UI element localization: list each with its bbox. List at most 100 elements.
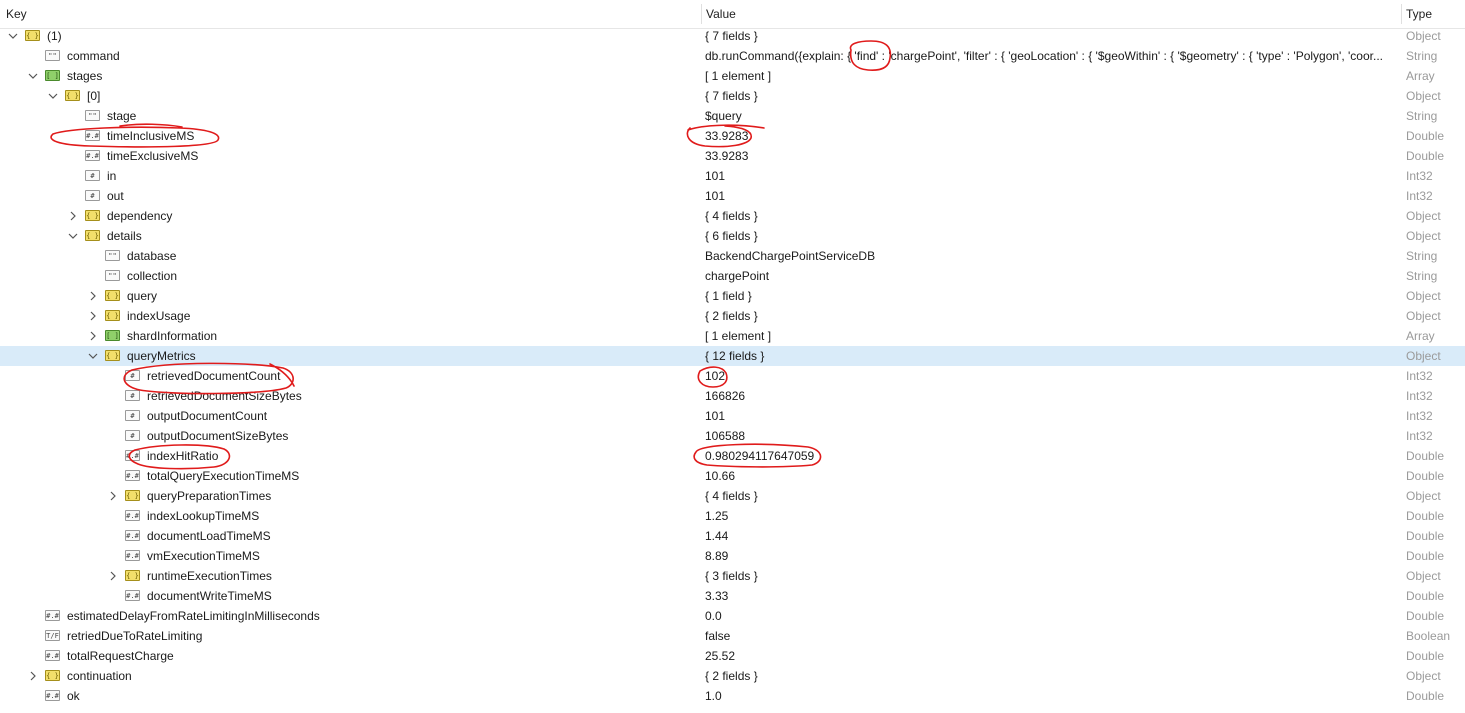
tree-row[interactable]: #.# indexHitRatio 0.980294117647059 Double (0, 446, 1465, 466)
tree-row[interactable]: "" collection chargePoint String (0, 266, 1465, 286)
object-type-icon: { } (85, 230, 100, 241)
row-key: queryPreparationTimes (147, 489, 272, 503)
row-value: { 3 fields } (705, 569, 758, 583)
tree-row[interactable]: #.# vmExecutionTimeMS 8.89 Double (0, 546, 1465, 566)
object-type-icon: { } (105, 310, 120, 321)
row-value: [ 1 element ] (705, 69, 772, 83)
array-type-icon: [ ] (45, 70, 60, 81)
tree-row[interactable]: T/F retriedDueToRateLimiting false Boolean (0, 626, 1465, 646)
object-type-icon: { } (105, 290, 120, 301)
row-key: totalQueryExecutionTimeMS (147, 469, 300, 483)
chevron-right-icon[interactable] (88, 286, 100, 306)
row-type: Double (1406, 529, 1445, 543)
chevron-right-icon[interactable] (88, 306, 100, 326)
row-value: { 2 fields } (705, 669, 758, 683)
row-type: Double (1406, 129, 1445, 143)
tree-row[interactable]: #.# documentWriteTimeMS 3.33 Double (0, 586, 1465, 606)
chevron-down-icon[interactable] (68, 226, 80, 246)
row-key: vmExecutionTimeMS (147, 549, 260, 563)
tree-row[interactable]: #.# timeInclusiveMS 33.9283 Double (0, 126, 1465, 146)
chevron-down-icon[interactable] (88, 346, 100, 366)
chevron-right-icon[interactable] (88, 326, 100, 346)
row-type: Double (1406, 589, 1445, 603)
tree-row[interactable]: # retrievedDocumentCount 102 Int32 (0, 366, 1465, 386)
column-header: Key Value Type (0, 0, 1465, 29)
column-key-header[interactable]: Key (0, 0, 27, 28)
tree-row[interactable]: [ ] stages [ 1 element ] Array (0, 66, 1465, 86)
tree-row[interactable]: # outputDocumentSizeBytes 106588 Int32 (0, 426, 1465, 446)
row-key: out (107, 189, 124, 203)
int-type-icon: # (85, 190, 100, 201)
row-value: BackendChargePointServiceDB (705, 249, 876, 263)
row-type: Object (1406, 349, 1441, 363)
double-type-icon: #.# (125, 470, 140, 481)
row-key: command (67, 49, 120, 63)
tree-row[interactable]: { } query { 1 field } Object (0, 286, 1465, 306)
tree-row[interactable]: #.# totalQueryExecutionTimeMS 10.66 Double (0, 466, 1465, 486)
tree-row[interactable]: { } queryPreparationTimes { 4 fields } Obje… (0, 486, 1465, 506)
row-type: Array (1406, 329, 1435, 343)
chevron-right-icon[interactable] (108, 566, 120, 586)
tree-row[interactable]: #.# timeExclusiveMS 33.9283 Double (0, 146, 1465, 166)
document-tree: { } (1) { 7 fields } Object "" command db.runC… (0, 26, 1465, 706)
row-value: { 2 fields } (705, 309, 758, 323)
row-type: Object (1406, 309, 1441, 323)
row-value: 101 (705, 169, 726, 183)
row-value: { 4 fields } (705, 209, 758, 223)
row-key: timeInclusiveMS (107, 129, 195, 143)
chevron-right-icon[interactable] (28, 666, 40, 686)
tree-row[interactable]: # out 101 Int32 (0, 186, 1465, 206)
row-value: 1.44 (705, 529, 729, 543)
chevron-right-icon[interactable] (68, 206, 80, 226)
row-type: String (1406, 249, 1438, 263)
int-type-icon: # (85, 170, 100, 181)
row-type: Int32 (1406, 369, 1433, 383)
tree-row[interactable]: #.# documentLoadTimeMS 1.44 Double (0, 526, 1465, 546)
row-type: Object (1406, 569, 1441, 583)
row-type: Int32 (1406, 429, 1433, 443)
column-type-header[interactable]: Type (1400, 0, 1432, 28)
chevron-right-icon[interactable] (108, 486, 120, 506)
row-key: totalRequestCharge (67, 649, 174, 663)
row-type: Object (1406, 669, 1441, 683)
row-value: { 1 field } (705, 289, 752, 303)
chevron-down-icon[interactable] (48, 86, 60, 106)
row-type: Double (1406, 609, 1445, 623)
row-type: Object (1406, 229, 1441, 243)
row-key: stage (107, 109, 137, 123)
tree-row[interactable]: { } queryMetrics { 12 fields } Object (0, 346, 1465, 366)
tree-row[interactable]: { } indexUsage { 2 fields } Object (0, 306, 1465, 326)
string-type-icon: "" (45, 50, 60, 61)
int-type-icon: # (125, 370, 140, 381)
row-type: Double (1406, 149, 1445, 163)
tree-row[interactable]: [ ] shardInformation [ 1 element ] Array (0, 326, 1465, 346)
tree-row[interactable]: { } continuation { 2 fields } Object (0, 666, 1465, 686)
tree-row[interactable]: { } [0] { 7 fields } Object (0, 86, 1465, 106)
tree-row[interactable]: #.# ok 1.0 Double (0, 686, 1465, 706)
row-key: [0] (87, 89, 101, 103)
tree-row[interactable]: "" command db.runCommand({explain: { 'find… (0, 46, 1465, 66)
row-type: Int32 (1406, 389, 1433, 403)
row-type: Object (1406, 29, 1441, 43)
tree-row[interactable]: #.# estimatedDelayFromRateLimitingInMilli… (0, 606, 1465, 626)
tree-row[interactable]: "" stage $query String (0, 106, 1465, 126)
object-type-icon: { } (105, 350, 120, 361)
chevron-down-icon[interactable] (8, 26, 20, 46)
tree-row[interactable]: # outputDocumentCount 101 Int32 (0, 406, 1465, 426)
tree-row[interactable]: # retrievedDocumentSizeBytes 166826 Int32 (0, 386, 1465, 406)
column-value-header[interactable]: Value (700, 0, 736, 28)
row-key: ok (67, 689, 80, 703)
tree-row[interactable]: { } dependency { 4 fields } Object (0, 206, 1465, 226)
tree-row[interactable]: #.# indexLookupTimeMS 1.25 Double (0, 506, 1465, 526)
tree-row[interactable]: { } (1) { 7 fields } Object (0, 26, 1465, 46)
tree-row[interactable]: "" database BackendChargePointServiceDB Str… (0, 246, 1465, 266)
tree-row[interactable]: # in 101 Int32 (0, 166, 1465, 186)
chevron-down-icon[interactable] (28, 66, 40, 86)
row-value: 0.0 (705, 609, 722, 623)
int-type-icon: # (125, 390, 140, 401)
row-type: Int32 (1406, 409, 1433, 423)
tree-row[interactable]: #.# totalRequestCharge 25.52 Double (0, 646, 1465, 666)
tree-row[interactable]: { } details { 6 fields } Object (0, 226, 1465, 246)
tree-row[interactable]: { } runtimeExecutionTimes { 3 fields } Obje… (0, 566, 1465, 586)
row-key: collection (127, 269, 178, 283)
